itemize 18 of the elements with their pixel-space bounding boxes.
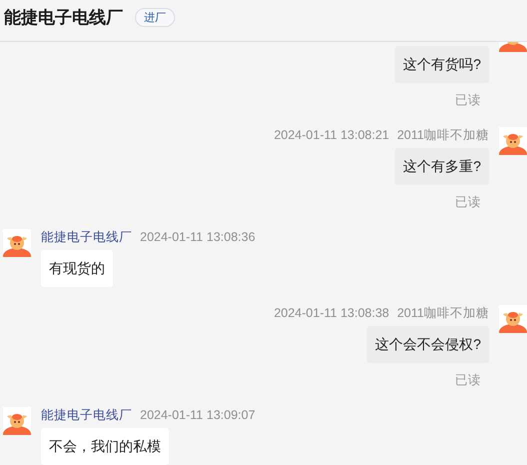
message-bubble: 这个有货吗?: [395, 46, 489, 83]
message-time: 2024-01-11 13:08:36: [140, 229, 256, 245]
chat-title: 能捷电子电线厂: [4, 7, 123, 29]
sender-name: 2011咖啡不加糖: [397, 305, 489, 321]
sender-name: 能捷电子电线厂: [41, 407, 132, 423]
message-bubble: 不会，我们的私模: [41, 428, 169, 465]
message-bubble: 有现货的: [41, 250, 113, 287]
factory-badge: 进厂: [135, 8, 175, 27]
message-time: 2024-01-11 13:08:21: [274, 127, 390, 143]
message-time: 2024-01-11 13:08:38: [274, 305, 390, 321]
message-bubble: 这个有多重?: [395, 148, 489, 185]
read-status: 已读: [455, 194, 481, 211]
message-time: 2024-01-11 13:09:07: [140, 407, 256, 423]
sender-name: 能捷电子电线厂: [41, 229, 132, 245]
message-bubble: 这个会不会侵权?: [367, 326, 489, 363]
read-status: 已读: [455, 372, 481, 389]
sender-name: 2011咖啡不加糖: [397, 127, 489, 143]
read-status: 已读: [455, 92, 481, 109]
